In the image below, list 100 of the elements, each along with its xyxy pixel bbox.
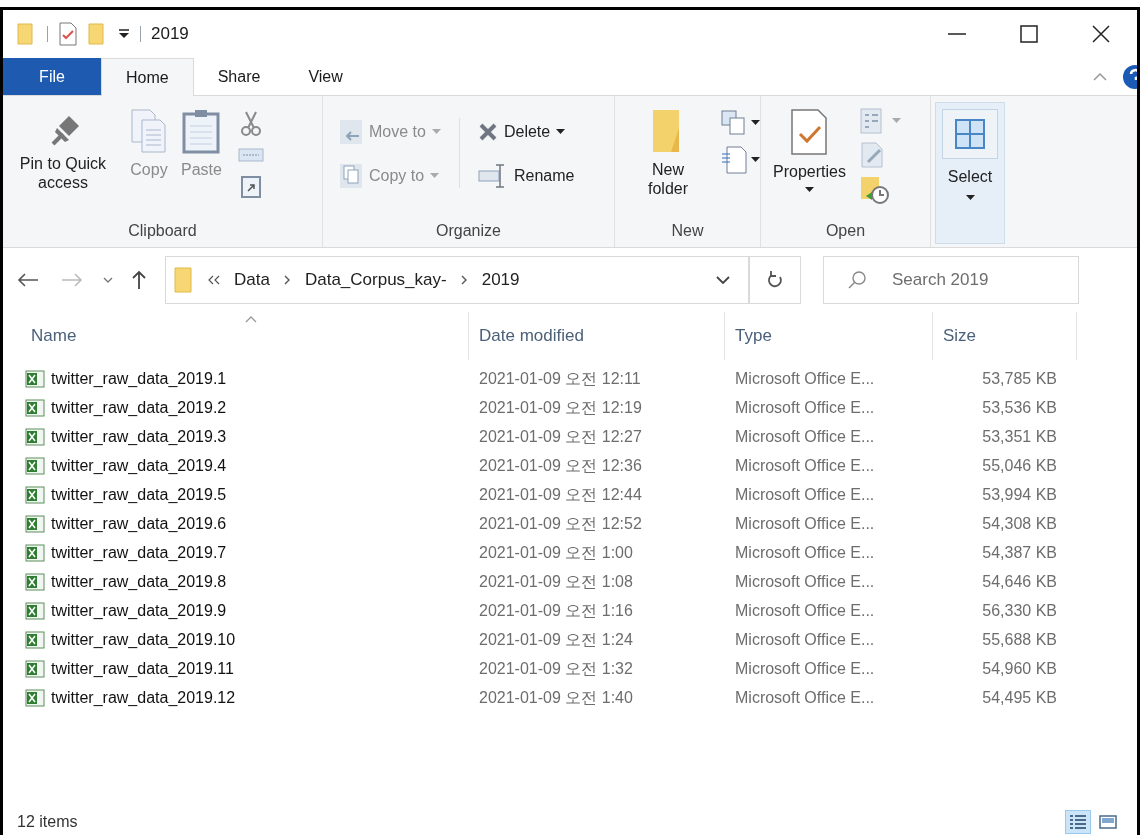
file-name[interactable]: twitter_raw_data_2019.7 [51, 540, 227, 565]
ribbon-button[interactable]: Rename [473, 156, 579, 196]
ribbon-button[interactable]: Properties [769, 108, 850, 204]
size-cell-text: 53,351 KB [982, 426, 1057, 447]
select-button[interactable]: Select [935, 102, 1005, 244]
up-icon[interactable] [131, 270, 147, 290]
size-cell-text: 54,960 KB [982, 658, 1057, 679]
ribbon-button[interactable]: Pin to Quick access [5, 108, 121, 198]
details-list-icon [1069, 814, 1087, 830]
date-cell: 2021-01-09 오전 12:52 [479, 514, 642, 532]
select-all-icon [955, 119, 985, 149]
caret-icon [431, 129, 441, 135]
ribbon-tab[interactable]: Home [101, 58, 194, 96]
excel-file-icon [25, 659, 45, 678]
type-cell: Microsoft Office E... [735, 456, 875, 474]
file-name[interactable]: twitter_raw_data_2019.11 [51, 656, 234, 681]
refresh-icon [766, 270, 784, 290]
column-header[interactable]: Size [943, 323, 977, 349]
collapse-ribbon-icon[interactable] [1093, 72, 1107, 81]
size-cell-text: 54,387 KB [982, 542, 1057, 563]
excel-file-icon [25, 427, 45, 446]
type-cell: Microsoft Office E... [735, 688, 875, 706]
type-cell: Microsoft Office E... [735, 572, 875, 590]
group-label: Open [825, 221, 866, 241]
date-cell: 2021-01-09 오전 1:08 [479, 572, 633, 590]
new-item-icon [721, 110, 747, 136]
history-icon [859, 176, 890, 204]
size-cell-text: 54,646 KB [982, 571, 1057, 592]
excel-file-icon [25, 688, 45, 707]
caret-icon [751, 157, 760, 163]
ribbon-button[interactable]: Delete [473, 112, 579, 152]
excel-file-icon [25, 398, 45, 417]
excel-file-icon [25, 369, 45, 388]
help-icon[interactable] [1121, 64, 1137, 89]
caret-icon [804, 187, 814, 193]
file-name[interactable]: twitter_raw_data_2019.5 [51, 482, 227, 507]
file-name[interactable]: twitter_raw_data_2019.2 [51, 395, 227, 420]
file-name[interactable]: twitter_raw_data_2019.8 [51, 569, 227, 594]
file-name[interactable]: twitter_raw_data_2019.1 [51, 366, 227, 391]
copy-icon [129, 108, 169, 154]
clipboard-icon [182, 108, 221, 154]
properties-icon [790, 108, 829, 156]
address-bar[interactable]: Data Data_Corpus_kay- 2019 [165, 256, 749, 304]
type-cell: Microsoft Office E... [735, 543, 875, 561]
chevron-icon[interactable] [460, 275, 468, 285]
open-icon [859, 108, 884, 134]
properties-icon[interactable] [58, 22, 78, 46]
paste-shortcut-icon [240, 174, 261, 198]
file-name[interactable]: twitter_raw_data_2019.3 [51, 424, 227, 449]
excel-file-icon [25, 601, 45, 620]
file-name[interactable]: twitter_raw_data_2019.12 [51, 685, 236, 710]
excel-file-icon [25, 456, 45, 475]
recent-locations-icon[interactable] [103, 277, 113, 283]
size-cell-text: 54,495 KB [982, 687, 1057, 708]
breadcrumb[interactable]: Data [234, 267, 270, 293]
chevron-icon[interactable] [283, 275, 291, 285]
date-cell: 2021-01-09 오전 1:16 [479, 601, 633, 619]
date-cell: 2021-01-09 오전 12:44 [479, 485, 642, 503]
details-view-button[interactable] [1065, 810, 1091, 834]
search-field[interactable]: Search 2019 [823, 256, 1079, 304]
dropdown-icon[interactable] [716, 276, 730, 284]
close-icon[interactable] [1092, 25, 1110, 43]
file-name[interactable]: twitter_raw_data_2019.4 [51, 453, 227, 478]
date-cell: 2021-01-09 오전 1:24 [479, 630, 633, 648]
item-count: 12 items [17, 812, 78, 832]
type-cell: Microsoft Office E... [735, 398, 875, 416]
refresh-button[interactable] [749, 256, 801, 304]
group-label: Clipboard [128, 221, 197, 241]
file-name[interactable]: twitter_raw_data_2019.6 [51, 511, 227, 536]
search-icon [847, 270, 867, 290]
size-cell-text: 53,994 KB [982, 484, 1057, 505]
breadcrumb[interactable]: Data_Corpus_kay- [304, 267, 447, 293]
maximize-icon[interactable] [1020, 25, 1038, 43]
back-icon[interactable] [17, 272, 39, 288]
delete-icon [477, 122, 498, 142]
file-menu-tab[interactable]: File [3, 58, 101, 95]
size-cell-text: 55,688 KB [982, 629, 1057, 650]
date-cell: 2021-01-09 오전 12:19 [479, 398, 642, 416]
type-cell: Microsoft Office E... [735, 601, 875, 619]
date-cell: 2021-01-09 오전 1:40 [479, 688, 633, 706]
excel-file-icon [25, 630, 45, 649]
easy-access-icon [721, 146, 747, 174]
column-header[interactable]: Name [31, 323, 77, 349]
cut-icon [239, 110, 262, 136]
column-header[interactable]: Type [735, 323, 772, 349]
move-to-icon [339, 119, 363, 145]
column-header[interactable]: Date modified [479, 323, 584, 349]
type-cell: Microsoft Office E... [735, 514, 875, 532]
breadcrumb[interactable]: 2019 [481, 267, 520, 293]
file-name[interactable]: twitter_raw_data_2019.9 [51, 598, 227, 623]
type-cell: Microsoft Office E... [735, 630, 875, 648]
overflow-chevron-icon[interactable] [208, 275, 220, 285]
edit-icon [859, 142, 884, 168]
date-cell: 2021-01-09 오전 1:00 [479, 543, 633, 561]
copy-to-icon [339, 163, 363, 189]
file-name[interactable]: twitter_raw_data_2019.10 [51, 627, 236, 652]
copy-path-icon [237, 148, 264, 162]
customize-dropdown-icon[interactable] [118, 29, 130, 39]
ribbon-button[interactable]: New folder [627, 108, 709, 198]
group-label: New [671, 221, 704, 241]
